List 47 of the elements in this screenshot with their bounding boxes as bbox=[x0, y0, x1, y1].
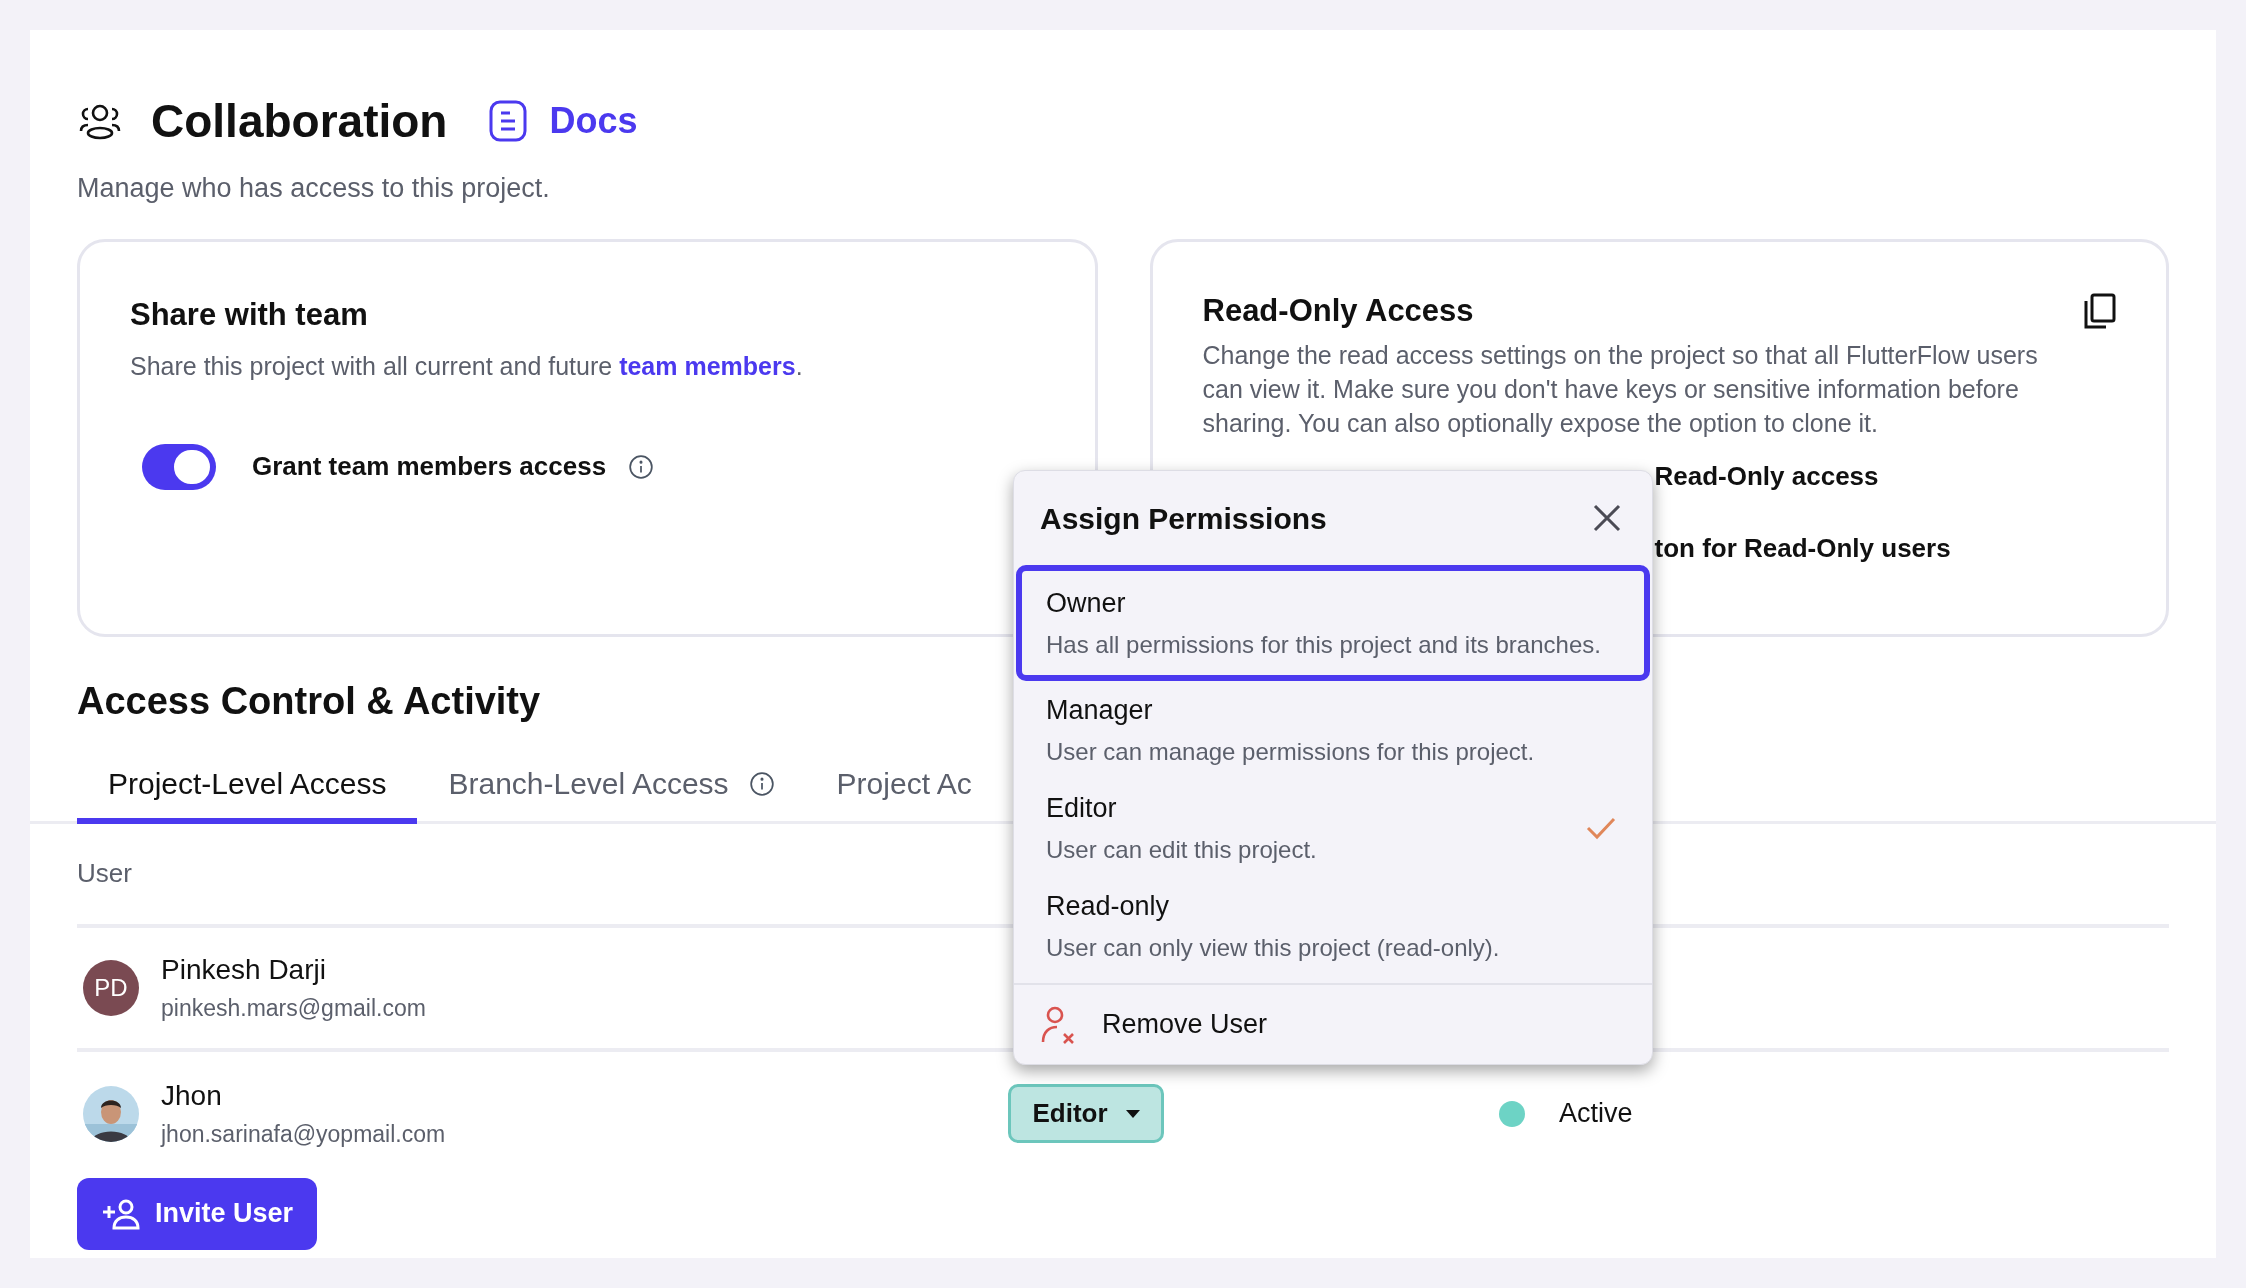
user-email: pinkesh.mars@gmail.com bbox=[161, 994, 426, 1024]
page-subtitle: Manage who has access to this project. bbox=[77, 172, 551, 205]
close-icon[interactable] bbox=[1592, 503, 1622, 533]
option-description: Has all permissions for this project and its branches. bbox=[1046, 630, 1601, 661]
role-dropdown[interactable]: Editor bbox=[1008, 1084, 1164, 1143]
user-email: jhon.sarinafa@yopmail.com bbox=[161, 1120, 446, 1150]
copy-icon[interactable] bbox=[2082, 292, 2116, 329]
docs-link[interactable]: Docs bbox=[489, 94, 638, 148]
status-label: Active bbox=[1559, 1097, 1633, 1131]
permission-option[interactable]: Editor User can edit this project. bbox=[1016, 779, 1650, 877]
option-title: Editor bbox=[1046, 791, 1118, 825]
user-name: Pinkesh Darji bbox=[161, 953, 327, 988]
caret-icon bbox=[1125, 1109, 1140, 1118]
column-header: User bbox=[77, 857, 132, 890]
card-title: Read-Only Access bbox=[1202, 291, 1474, 330]
section-title: Access Control & Activity bbox=[77, 678, 541, 724]
add-user-icon bbox=[100, 1197, 141, 1230]
tab[interactable]: Project Ac bbox=[805, 749, 1003, 824]
permission-option[interactable]: Manager User can manage permissions for this project. bbox=[1016, 681, 1650, 779]
user-name: Jhon bbox=[161, 1079, 223, 1114]
remove-user-icon bbox=[1040, 1005, 1076, 1044]
option-description: User can edit this project. bbox=[1046, 835, 1317, 866]
card-title: Share with team bbox=[130, 295, 369, 334]
user-avatar: PD bbox=[83, 959, 139, 1016]
option-label: ton for Read-Only users bbox=[1654, 532, 1952, 565]
option-title: Manager bbox=[1046, 693, 1154, 727]
toggle-switch[interactable] bbox=[142, 443, 216, 490]
remove-user-option[interactable]: Remove User bbox=[1102, 1004, 1268, 1045]
option-label: Read-Only access bbox=[1654, 460, 1880, 493]
team-members-link[interactable]: team members bbox=[619, 352, 796, 380]
document-icon bbox=[489, 100, 528, 142]
card-description: Share this project with all current and future team members. bbox=[130, 351, 804, 382]
option-title: Read-only bbox=[1046, 889, 1171, 923]
permission-option[interactable]: Read-only User can only view this project (read-only). bbox=[1016, 877, 1650, 975]
permission-option[interactable]: Owner Has all permissions for this project and its branches. bbox=[1016, 565, 1650, 681]
check-icon bbox=[1586, 816, 1616, 840]
info-icon bbox=[628, 453, 655, 480]
invite-user-button[interactable]: Invite User bbox=[77, 1177, 317, 1250]
card-description: Change the read access settings on the project so that all FlutterFlow users can view it. Make sure you don't have keys or sensitive information before sharing. You can also optionally expose the option to clone it. bbox=[1202, 340, 2039, 439]
menu-title: Assign Permissions bbox=[1040, 500, 1327, 537]
option-description: User can manage permissions for this project. bbox=[1046, 737, 1535, 768]
tab[interactable]: Branch-Level Access bbox=[417, 749, 806, 824]
toggle-label: Grant team members access bbox=[252, 450, 607, 483]
option-description: User can only view this project (read-only). bbox=[1046, 933, 1500, 964]
tab[interactable]: Project-Level Access bbox=[77, 749, 418, 824]
page-title: Collaboration bbox=[151, 93, 448, 149]
option-title: Owner bbox=[1046, 586, 1127, 620]
